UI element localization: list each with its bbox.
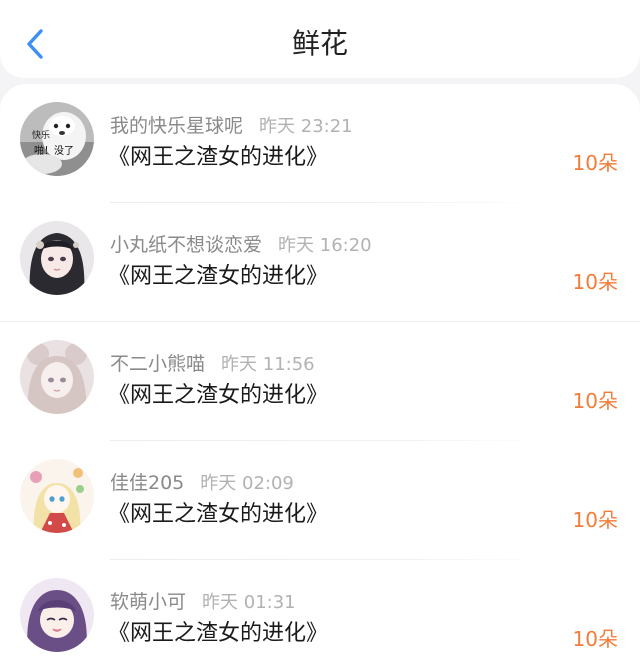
avatar[interactable]: 快乐 啪！没了 [20, 102, 94, 176]
list-item[interactable]: 软萌小可 昨天 01:31 《网王之渣女的进化》 10朵 [0, 560, 640, 670]
timestamp: 昨天 01:31 [202, 592, 296, 613]
list-item[interactable]: 不二小熊喵 昨天 11:56 《网王之渣女的进化》 10朵 [0, 322, 640, 441]
gift-meta: 小丸纸不想谈恋爱 昨天 16:20 [110, 230, 372, 256]
book-title[interactable]: 《网王之渣女的进化》 [108, 258, 328, 290]
username[interactable]: 我的快乐星球呢 [110, 115, 243, 137]
avatar[interactable] [20, 459, 94, 533]
username[interactable]: 不二小熊喵 [110, 353, 205, 375]
flower-count: 10朵 [572, 389, 618, 413]
username[interactable]: 小丸纸不想谈恋爱 [110, 234, 262, 256]
avatar[interactable] [20, 578, 94, 652]
username[interactable]: 软萌小可 [110, 591, 186, 613]
timestamp: 昨天 11:56 [221, 354, 315, 375]
timestamp: 昨天 16:20 [278, 235, 372, 256]
book-title[interactable]: 《网王之渣女的进化》 [108, 496, 328, 528]
timestamp: 昨天 23:21 [259, 116, 353, 137]
flower-count: 10朵 [572, 151, 618, 175]
gift-meta: 我的快乐星球呢 昨天 23:21 [110, 111, 353, 137]
page-title: 鲜花 [291, 27, 348, 60]
avatar[interactable] [20, 340, 94, 414]
gift-meta: 佳佳205 昨天 02:09 [110, 468, 294, 494]
timestamp: 昨天 02:09 [200, 473, 294, 494]
avatar-caption-top: 快乐 [32, 131, 51, 141]
gift-meta: 软萌小可 昨天 01:31 [110, 587, 296, 613]
list-item[interactable]: 佳佳205 昨天 02:09 《网王之渣女的进化》 10朵 [0, 441, 640, 560]
list-item[interactable]: 小丸纸不想谈恋爱 昨天 16:20 《网王之渣女的进化》 10朵 [0, 203, 640, 322]
list-item[interactable]: 快乐 啪！没了 我的快乐星球呢 昨天 23:21 《网王之渣女的进化》 10朵 [0, 84, 640, 203]
book-title[interactable]: 《网王之渣女的进化》 [108, 139, 328, 171]
username[interactable]: 佳佳205 [110, 472, 184, 494]
flower-count: 10朵 [572, 270, 618, 294]
flower-count: 10朵 [572, 508, 618, 532]
gift-meta: 不二小熊喵 昨天 11:56 [110, 349, 315, 375]
avatar-caption-bottom: 啪！没了 [34, 146, 74, 157]
flower-count: 10朵 [572, 627, 618, 651]
avatar[interactable] [20, 221, 94, 295]
book-title[interactable]: 《网王之渣女的进化》 [108, 615, 328, 647]
book-title[interactable]: 《网王之渣女的进化》 [108, 377, 328, 409]
gift-list: 快乐 啪！没了 我的快乐星球呢昨天 23:21 《网王之渣女的进化》 10朵 [0, 84, 640, 670]
header-bar: 鲜花 [0, 0, 640, 78]
page: 鲜花 快乐 啪！没了 我的快乐星球呢 昨天 23:21 《网王之渣女的进化》 1… [0, 0, 640, 670]
